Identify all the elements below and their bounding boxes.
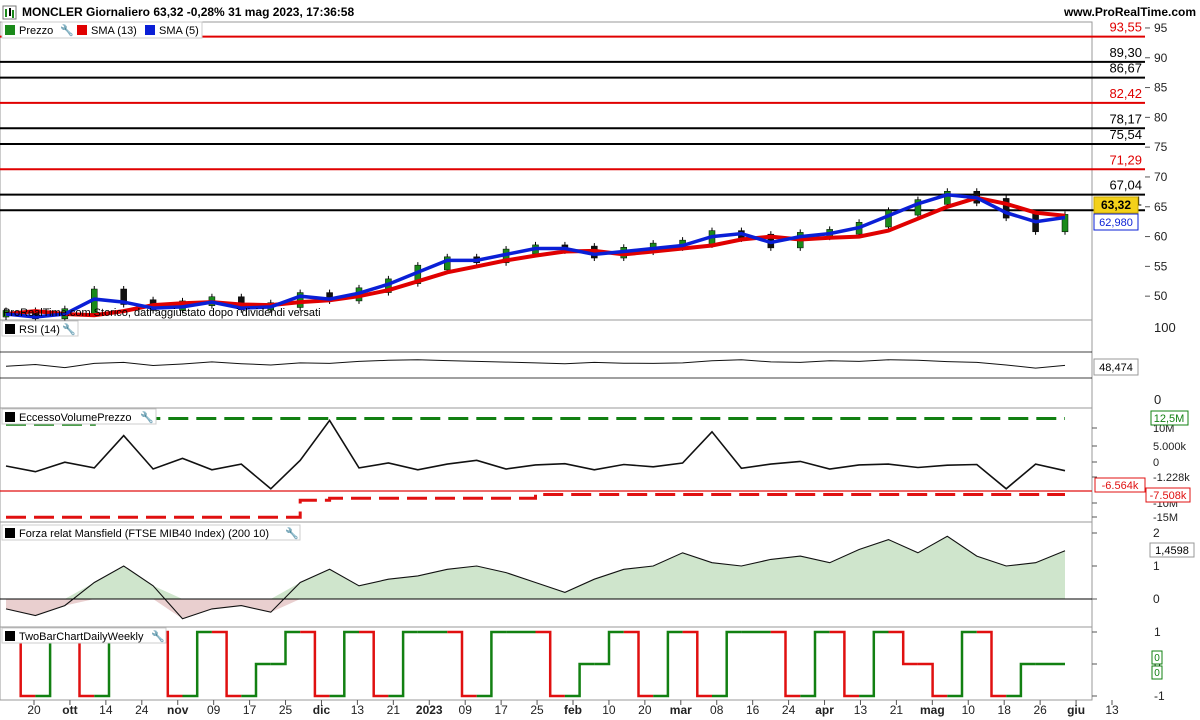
- level-label: 67,04: [1109, 178, 1142, 193]
- legend-rsi[interactable]: RSI (14): [19, 324, 60, 336]
- time-tick-label: 2023: [416, 703, 443, 717]
- rsi-tick-label: 100: [1154, 320, 1176, 335]
- price-tick-label: 50: [1154, 289, 1168, 303]
- time-tick-label: 25: [279, 703, 293, 717]
- time-tick-label: 26: [1033, 703, 1047, 717]
- time-tick-label: nov: [167, 703, 189, 717]
- level-label: 71,29: [1109, 152, 1142, 167]
- time-tick-label: 13: [1105, 703, 1119, 717]
- time-tick-label: 20: [638, 703, 652, 717]
- price-sma-value: 62,980: [1099, 217, 1133, 229]
- time-tick-label: 08: [710, 703, 724, 717]
- vol-top-value: 12,5M: [1154, 413, 1185, 425]
- site-link[interactable]: www.ProRealTime.com: [1063, 5, 1196, 19]
- mansfield-tick-label: 1: [1153, 559, 1160, 573]
- sma5-swatch: [145, 25, 155, 35]
- legend-sma13[interactable]: SMA (13): [91, 25, 137, 37]
- twobar-value-a: 0: [1154, 653, 1160, 664]
- mansfield-last-value: 1,4598: [1155, 545, 1189, 557]
- level-label: 82,42: [1109, 86, 1142, 101]
- time-tick-label: 13: [351, 703, 365, 717]
- volume-tick-label: -15M: [1153, 512, 1178, 524]
- wrench-icon[interactable]: 🔧: [140, 410, 154, 424]
- mansfield-tick-label: 2: [1153, 526, 1160, 540]
- legend-volume[interactable]: EccessoVolumePrezzo: [19, 412, 132, 424]
- level-label: 75,54: [1109, 127, 1142, 142]
- legend-twobar[interactable]: TwoBarChartDailyWeekly: [19, 631, 144, 643]
- rsi-swatch: [5, 324, 15, 334]
- chart-root: MONCLER Giornaliero 63,32 -0,28% 31 mag …: [0, 0, 1200, 720]
- time-tick-label: dic: [313, 703, 331, 717]
- time-tick-label: 16: [746, 703, 760, 717]
- wrench-icon[interactable]: 🔧: [62, 322, 76, 336]
- level-label: 86,67: [1109, 61, 1142, 76]
- rsi-legend: RSI (14) 🔧: [1, 320, 79, 337]
- time-tick-label: 13: [854, 703, 868, 717]
- mansfield-tick-label: 0: [1153, 592, 1160, 606]
- legend-price[interactable]: Prezzo: [19, 25, 53, 37]
- time-tick-label: mag: [920, 703, 945, 717]
- price-legend: Prezzo 🔧 SMA (13) SMA (5): [1, 21, 203, 39]
- volume-tick-label: 0: [1153, 457, 1159, 469]
- twobar-tick-label: -1: [1154, 689, 1165, 703]
- wrench-icon[interactable]: 🔧: [60, 23, 74, 37]
- time-tick-label: 09: [207, 703, 221, 717]
- time-tick-label: 17: [494, 703, 508, 717]
- price-tick-label: 95: [1154, 21, 1168, 35]
- time-tick-label: 14: [99, 703, 113, 717]
- price-swatch: [5, 25, 15, 35]
- time-tick-label: giu: [1067, 703, 1085, 717]
- price-tick-label: 90: [1154, 51, 1168, 65]
- volume-tick-label: 5.000k: [1153, 441, 1187, 453]
- time-tick-label: apr: [815, 703, 834, 717]
- time-tick-label: 10: [962, 703, 976, 717]
- mansfield-swatch: [5, 528, 15, 538]
- price-last-value: 63,32: [1101, 198, 1131, 212]
- wrench-icon[interactable]: 🔧: [151, 629, 165, 643]
- price-tick-label: 85: [1154, 81, 1168, 95]
- time-tick-label: 24: [782, 703, 796, 717]
- time-tick-label: 18: [998, 703, 1012, 717]
- wrench-icon[interactable]: 🔧: [285, 526, 299, 540]
- level-label: 93,55: [1109, 20, 1142, 35]
- watermark: ProRealTime.com Storico, dati aggiustato…: [3, 307, 321, 319]
- time-tick-label: 10: [602, 703, 616, 717]
- candle: [885, 210, 892, 228]
- time-tick-label: 09: [459, 703, 473, 717]
- chart-title: MONCLER Giornaliero 63,32 -0,28% 31 mag …: [22, 5, 354, 19]
- time-tick-label: 21: [890, 703, 904, 717]
- price-badges: 63,32 62,980: [1093, 196, 1139, 231]
- time-tick-label: 17: [243, 703, 257, 717]
- price-tick-label: 65: [1154, 200, 1168, 214]
- level-label: 78,17: [1109, 111, 1142, 126]
- price-tick-label: 75: [1154, 140, 1168, 154]
- twobar-value-b: 0: [1154, 668, 1160, 679]
- twobar-legend: TwoBarChartDailyWeekly 🔧: [1, 627, 167, 644]
- legend-sma5[interactable]: SMA (5): [159, 25, 199, 37]
- time-tick-label: ott: [62, 703, 77, 717]
- price-tick-label: 55: [1154, 259, 1168, 273]
- legend-mansfield[interactable]: Forza relat Mansfield (FTSE MIB40 Index)…: [19, 528, 269, 540]
- time-tick-label: 24: [135, 703, 149, 717]
- rsi-tick-label: 0: [1154, 392, 1161, 407]
- twobar-tick-label: 1: [1154, 625, 1161, 639]
- mansfield-legend: Forza relat Mansfield (FTSE MIB40 Index)…: [1, 524, 301, 541]
- price-tick-label: 80: [1154, 110, 1168, 124]
- vol-bottom-value: -7.508k: [1150, 490, 1187, 502]
- price-tick-label: 70: [1154, 170, 1168, 184]
- time-tick-label: 21: [387, 703, 401, 717]
- level-label: 89,30: [1109, 45, 1142, 60]
- rsi-last-value: 48,474: [1099, 362, 1133, 374]
- time-tick-label: 25: [530, 703, 544, 717]
- time-tick-label: 20: [27, 703, 41, 717]
- vol-value: -6.564k: [1102, 480, 1139, 492]
- time-tick-label: mar: [670, 703, 692, 717]
- volume-legend: EccessoVolumePrezzo 🔧: [1, 408, 157, 425]
- price-tick-label: 60: [1154, 230, 1168, 244]
- sma13-swatch: [77, 25, 87, 35]
- volume-swatch: [5, 412, 15, 422]
- volume-tick-label: -1.228k: [1153, 472, 1190, 484]
- twobar-swatch: [5, 631, 15, 641]
- time-tick-label: feb: [564, 703, 582, 717]
